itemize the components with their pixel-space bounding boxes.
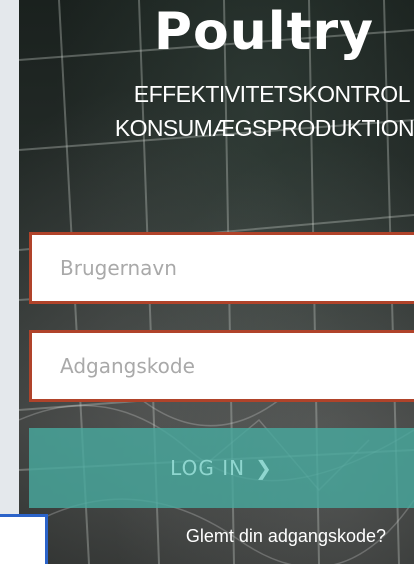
app-subtitle-line1: EFFEKTIVITETSKONTROL [133,81,411,107]
login-button[interactable]: LOG IN ❯ [29,428,414,508]
app-subtitle-line2-wrap: KONSUMÆGSPRODUKTION [19,114,414,144]
username-input[interactable] [32,235,414,301]
chevron-right-icon: ❯ [255,456,273,480]
username-field [29,232,414,304]
overlay-box [0,514,48,564]
app-title: Poultry [153,2,374,62]
password-input[interactable] [32,333,414,399]
password-field [29,330,414,402]
forgot-password-link[interactable]: Glemt din adgangskode? [19,524,414,548]
login-button-label: LOG IN [170,456,246,480]
login-screen: Poultry EFFEKTIVITETSKONTROL KONSUMÆGSPR… [19,0,414,564]
app-subtitle-line2: KONSUMÆGSPRODUKTION [114,115,414,141]
